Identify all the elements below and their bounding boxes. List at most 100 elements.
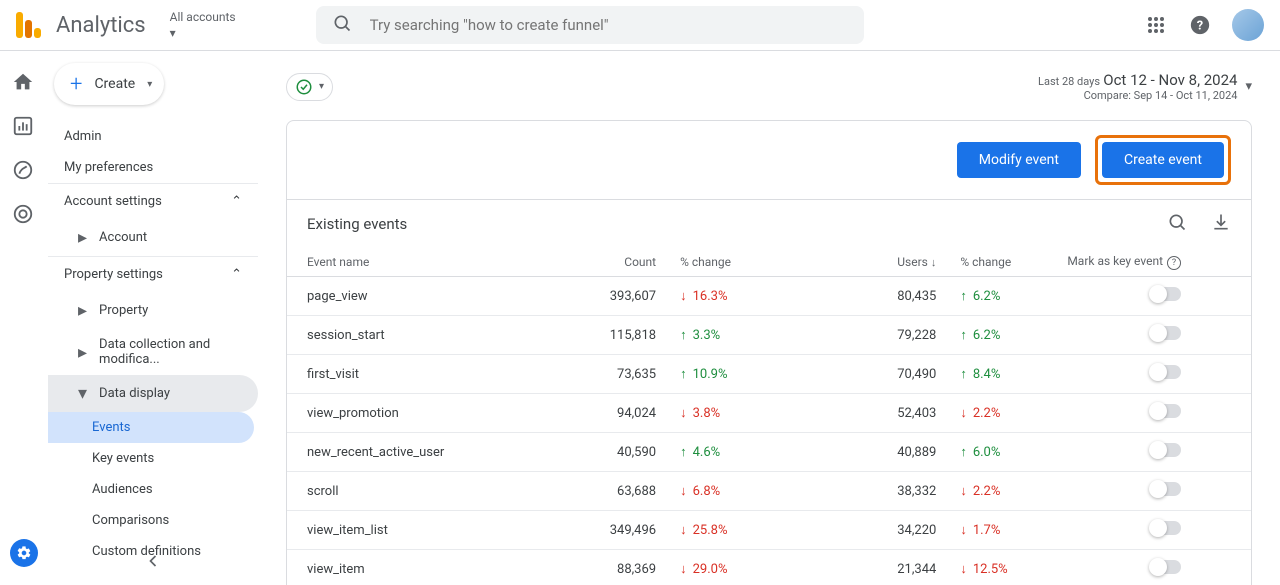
avatar[interactable] bbox=[1232, 9, 1264, 41]
col-count[interactable]: Count bbox=[578, 248, 668, 277]
cell-key-toggle bbox=[1049, 277, 1251, 316]
cell-users: 52,403 bbox=[791, 394, 948, 433]
key-event-toggle[interactable] bbox=[1151, 404, 1181, 418]
arrow-down-icon: ↓ bbox=[960, 405, 967, 421]
advertising-icon[interactable] bbox=[12, 203, 36, 227]
key-event-toggle[interactable] bbox=[1151, 521, 1181, 535]
analytics-logo[interactable]: Analytics bbox=[16, 12, 146, 38]
date-label: Last 28 days bbox=[1038, 75, 1100, 88]
date-range-picker[interactable]: Last 28 days Oct 12 - Nov 8, 2024 Compar… bbox=[1038, 71, 1252, 102]
col-users-change[interactable]: % change bbox=[948, 248, 1049, 277]
expand-right-icon: ▸ bbox=[78, 227, 87, 248]
sort-down-icon: ↓ bbox=[931, 256, 937, 269]
search-icon bbox=[332, 13, 352, 37]
key-event-toggle[interactable] bbox=[1151, 560, 1181, 574]
help-icon[interactable]: ? bbox=[1167, 256, 1181, 270]
cell-key-toggle bbox=[1049, 316, 1251, 355]
col-users[interactable]: Users ↓ bbox=[791, 248, 948, 277]
home-icon[interactable] bbox=[12, 71, 36, 95]
cell-event-name: scroll bbox=[287, 472, 578, 511]
key-event-toggle[interactable] bbox=[1151, 326, 1181, 340]
cell-users-change: ↓2.2% bbox=[948, 394, 1049, 433]
create-event-button[interactable]: Create event bbox=[1102, 142, 1224, 178]
content-area: ▾ Last 28 days Oct 12 - Nov 8, 2024 Comp… bbox=[258, 51, 1280, 585]
sidebar-item-property[interactable]: ▸Property bbox=[48, 292, 258, 329]
explore-icon[interactable] bbox=[12, 159, 36, 183]
key-event-toggle[interactable] bbox=[1151, 287, 1181, 301]
sidebar-item-comparisons[interactable]: Comparisons bbox=[48, 505, 258, 536]
arrow-down-icon: ↓ bbox=[960, 522, 967, 538]
cell-count-change: ↓29.0% bbox=[668, 550, 791, 585]
reports-icon[interactable] bbox=[12, 115, 36, 139]
cell-users-change: ↑6.2% bbox=[948, 277, 1049, 316]
table-row[interactable]: view_item88,369↓29.0%21,344↓12.5% bbox=[287, 550, 1251, 585]
col-event-name[interactable]: Event name bbox=[287, 248, 578, 277]
sidebar-section-property-settings[interactable]: Property settings ⌃ bbox=[48, 256, 258, 292]
modify-event-button[interactable]: Modify event bbox=[957, 142, 1081, 178]
cell-users: 40,889 bbox=[791, 433, 948, 472]
cell-event-name: session_start bbox=[287, 316, 578, 355]
search-box[interactable] bbox=[316, 6, 864, 44]
cell-key-toggle bbox=[1049, 511, 1251, 550]
col-mark-key[interactable]: Mark as key event? bbox=[1049, 248, 1251, 277]
app-header: Analytics All accounts ▾ ? bbox=[0, 0, 1280, 51]
table-row[interactable]: new_recent_active_user40,590↑4.6%40,889↑… bbox=[287, 433, 1251, 472]
caret-down-icon: ▾ bbox=[170, 26, 236, 40]
table-row[interactable]: first_visit73,635↑10.9%70,490↑8.4% bbox=[287, 355, 1251, 394]
apps-icon[interactable] bbox=[1144, 13, 1168, 37]
plus-icon: + bbox=[70, 72, 82, 97]
settings-fab[interactable] bbox=[10, 539, 38, 567]
chevron-up-icon: ⌃ bbox=[231, 267, 242, 282]
sidebar-item-key-events[interactable]: Key events bbox=[48, 443, 258, 474]
cell-count-change: ↓3.8% bbox=[668, 394, 791, 433]
sidebar-item-events[interactable]: Events bbox=[48, 412, 254, 443]
download-icon[interactable] bbox=[1211, 212, 1231, 236]
table-row[interactable]: view_item_list349,496↓25.8%34,220↓1.7% bbox=[287, 511, 1251, 550]
table-row[interactable]: view_promotion94,024↓3.8%52,403↓2.2% bbox=[287, 394, 1251, 433]
chevron-up-icon: ⌃ bbox=[231, 194, 242, 209]
arrow-up-icon: ↑ bbox=[960, 366, 967, 382]
analytics-logo-icon bbox=[16, 12, 42, 38]
sidebar-item-account[interactable]: ▸Account bbox=[48, 219, 258, 256]
status-pill[interactable]: ▾ bbox=[286, 73, 333, 101]
account-picker[interactable]: All accounts ▾ bbox=[170, 10, 236, 40]
cell-users: 21,344 bbox=[791, 550, 948, 585]
sidebar-section-account-settings[interactable]: Account settings ⌃ bbox=[48, 183, 258, 219]
table-row[interactable]: page_view393,607↓16.3%80,435↑6.2% bbox=[287, 277, 1251, 316]
search-input[interactable] bbox=[370, 16, 848, 34]
collapse-sidebar-icon[interactable] bbox=[143, 551, 163, 575]
cell-users-change: ↓12.5% bbox=[948, 550, 1049, 585]
sidebar-item-audiences[interactable]: Audiences bbox=[48, 474, 258, 505]
table-row[interactable]: session_start115,818↑3.3%79,228↑6.2% bbox=[287, 316, 1251, 355]
table-row[interactable]: scroll63,688↓6.8%38,332↓2.2% bbox=[287, 472, 1251, 511]
caret-down-icon: ▾ bbox=[1245, 79, 1252, 94]
create-button[interactable]: + Create ▾ bbox=[54, 63, 164, 105]
col-count-change[interactable]: % change bbox=[668, 248, 791, 277]
expand-right-icon: ▸ bbox=[78, 342, 87, 363]
search-icon[interactable] bbox=[1167, 212, 1187, 236]
cell-count: 40,590 bbox=[578, 433, 668, 472]
brand-text: Analytics bbox=[56, 13, 146, 38]
sidebar-item-preferences[interactable]: My preferences bbox=[48, 152, 258, 183]
cell-users-change: ↓2.2% bbox=[948, 472, 1049, 511]
key-event-toggle[interactable] bbox=[1151, 443, 1181, 457]
date-main: Oct 12 - Nov 8, 2024 bbox=[1103, 71, 1237, 89]
key-event-toggle[interactable] bbox=[1151, 482, 1181, 496]
table-header-row: Event name Count % change Users ↓ % chan… bbox=[287, 248, 1251, 277]
accounts-label: All accounts bbox=[170, 10, 236, 24]
existing-events-title: Existing events bbox=[307, 215, 407, 233]
cell-count-change: ↑10.9% bbox=[668, 355, 791, 394]
cell-key-toggle bbox=[1049, 433, 1251, 472]
cell-count: 73,635 bbox=[578, 355, 668, 394]
header-actions: ? bbox=[1144, 9, 1264, 41]
sidebar-item-admin[interactable]: Admin bbox=[48, 121, 258, 152]
help-icon[interactable]: ? bbox=[1188, 13, 1212, 37]
expand-down-icon: ▾ bbox=[78, 383, 87, 404]
arrow-up-icon: ↑ bbox=[960, 444, 967, 460]
caret-down-icon: ▾ bbox=[147, 79, 152, 90]
sidebar-item-data-display[interactable]: ▾Data display bbox=[48, 375, 258, 412]
table-section-header: Existing events bbox=[287, 199, 1251, 248]
sidebar-item-data-collection[interactable]: ▸Data collection and modifica... bbox=[48, 329, 258, 375]
key-event-toggle[interactable] bbox=[1151, 365, 1181, 379]
arrow-down-icon: ↓ bbox=[680, 405, 687, 421]
